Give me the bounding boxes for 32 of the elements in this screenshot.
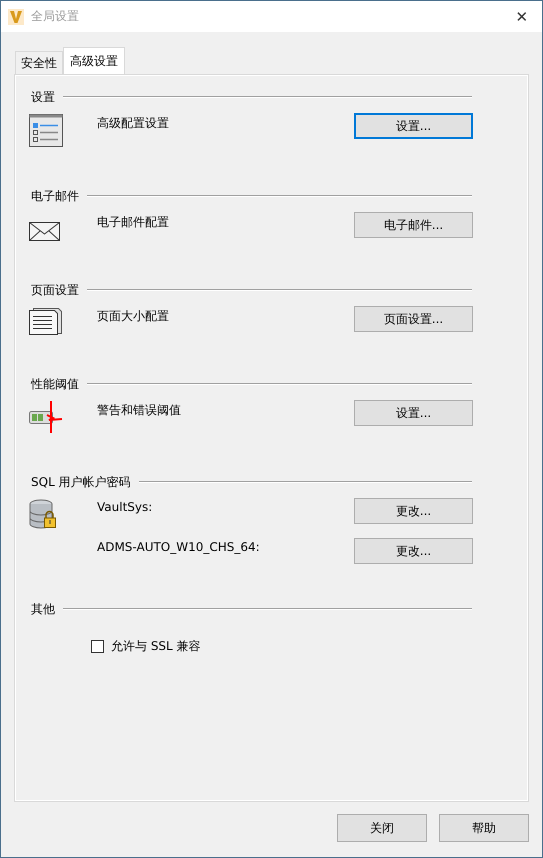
document-icon bbox=[29, 307, 62, 335]
action-button[interactable]: 设置... bbox=[354, 400, 473, 426]
action-button[interactable]: 设置... bbox=[354, 113, 473, 139]
setting-label: 高级配置设置 bbox=[97, 115, 170, 132]
checkbox-label: 允许与 SSL 兼容 bbox=[111, 638, 201, 655]
close-button[interactable]: ✕ bbox=[502, 1, 542, 32]
tab[interactable]: 安全性 bbox=[15, 51, 63, 74]
window-title: 全局设置 bbox=[31, 8, 80, 25]
tab[interactable]: 高级设置 bbox=[63, 47, 125, 74]
section-heading: 设置 bbox=[31, 88, 55, 106]
settings-list-icon bbox=[29, 114, 63, 147]
envelope-icon bbox=[29, 222, 60, 241]
section-heading: SQL 用户帐户密码 bbox=[31, 474, 131, 490]
checkbox[interactable] bbox=[91, 640, 104, 653]
dialog-button[interactable]: 帮助 bbox=[439, 814, 529, 842]
action-button[interactable]: 电子邮件... bbox=[354, 212, 473, 238]
action-button[interactable]: 页面设置... bbox=[354, 306, 473, 332]
setting-label: 页面大小配置 bbox=[97, 308, 170, 325]
dialog-button[interactable]: 关闭 bbox=[337, 814, 427, 842]
database-lock-icon bbox=[29, 499, 57, 529]
app-logo-icon bbox=[8, 8, 24, 24]
setting-label: VaultSys: bbox=[97, 499, 154, 514]
setting-label: 警告和错误阈值 bbox=[97, 402, 182, 419]
gauge-icon bbox=[29, 401, 63, 433]
action-button[interactable]: 更改... bbox=[354, 538, 473, 564]
section-heading: 其他 bbox=[31, 600, 55, 618]
action-button[interactable]: 更改... bbox=[354, 498, 473, 524]
setting-label: 电子邮件配置 bbox=[97, 214, 170, 231]
section-heading: 性能阈值 bbox=[31, 376, 79, 392]
section-heading: 电子邮件 bbox=[31, 188, 79, 204]
section-heading: 页面设置 bbox=[31, 282, 79, 298]
setting-label: ADMS-AUTO_W10_CHS_64: bbox=[97, 539, 261, 554]
